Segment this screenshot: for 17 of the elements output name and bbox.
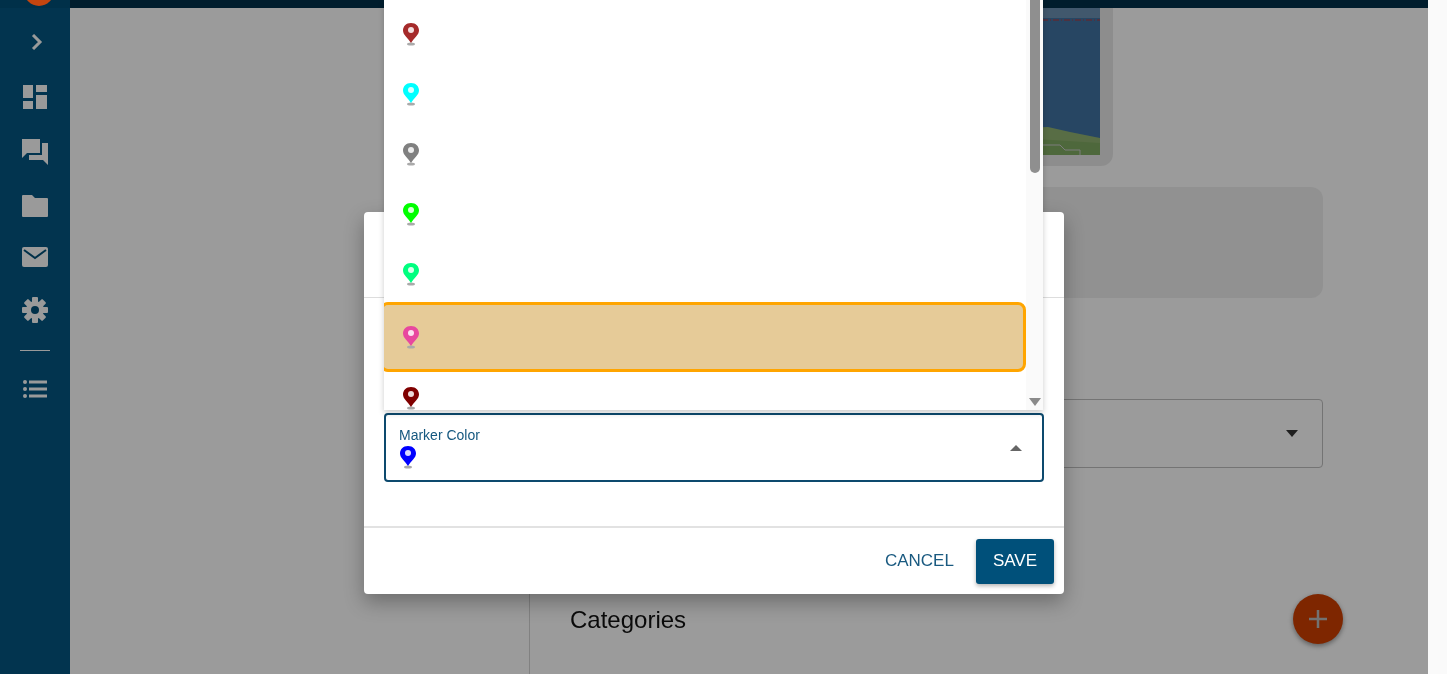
section-heading: Categories: [570, 606, 687, 634]
scroll-down-icon[interactable]: [1028, 398, 1041, 406]
plus-icon: [1308, 609, 1328, 629]
scrollbar-thumb[interactable]: [1029, 0, 1040, 173]
chat-icon[interactable]: [22, 139, 48, 165]
add-button[interactable]: [1293, 594, 1343, 644]
field-label: Marker Color: [399, 426, 480, 443]
caret-down-icon: [1286, 430, 1298, 437]
mail-icon[interactable]: [22, 247, 48, 267]
chevron-right-icon[interactable]: [30, 34, 43, 50]
folder-icon[interactable]: [22, 195, 48, 217]
settings-icon[interactable]: [22, 297, 48, 323]
marker-color-select[interactable]: Marker Color: [384, 413, 1044, 482]
save-button[interactable]: SAVE: [975, 538, 1054, 584]
cancel-button[interactable]: CANCEL: [880, 543, 958, 579]
list-icon[interactable]: [23, 379, 47, 399]
dashboard-icon[interactable]: [23, 85, 47, 109]
